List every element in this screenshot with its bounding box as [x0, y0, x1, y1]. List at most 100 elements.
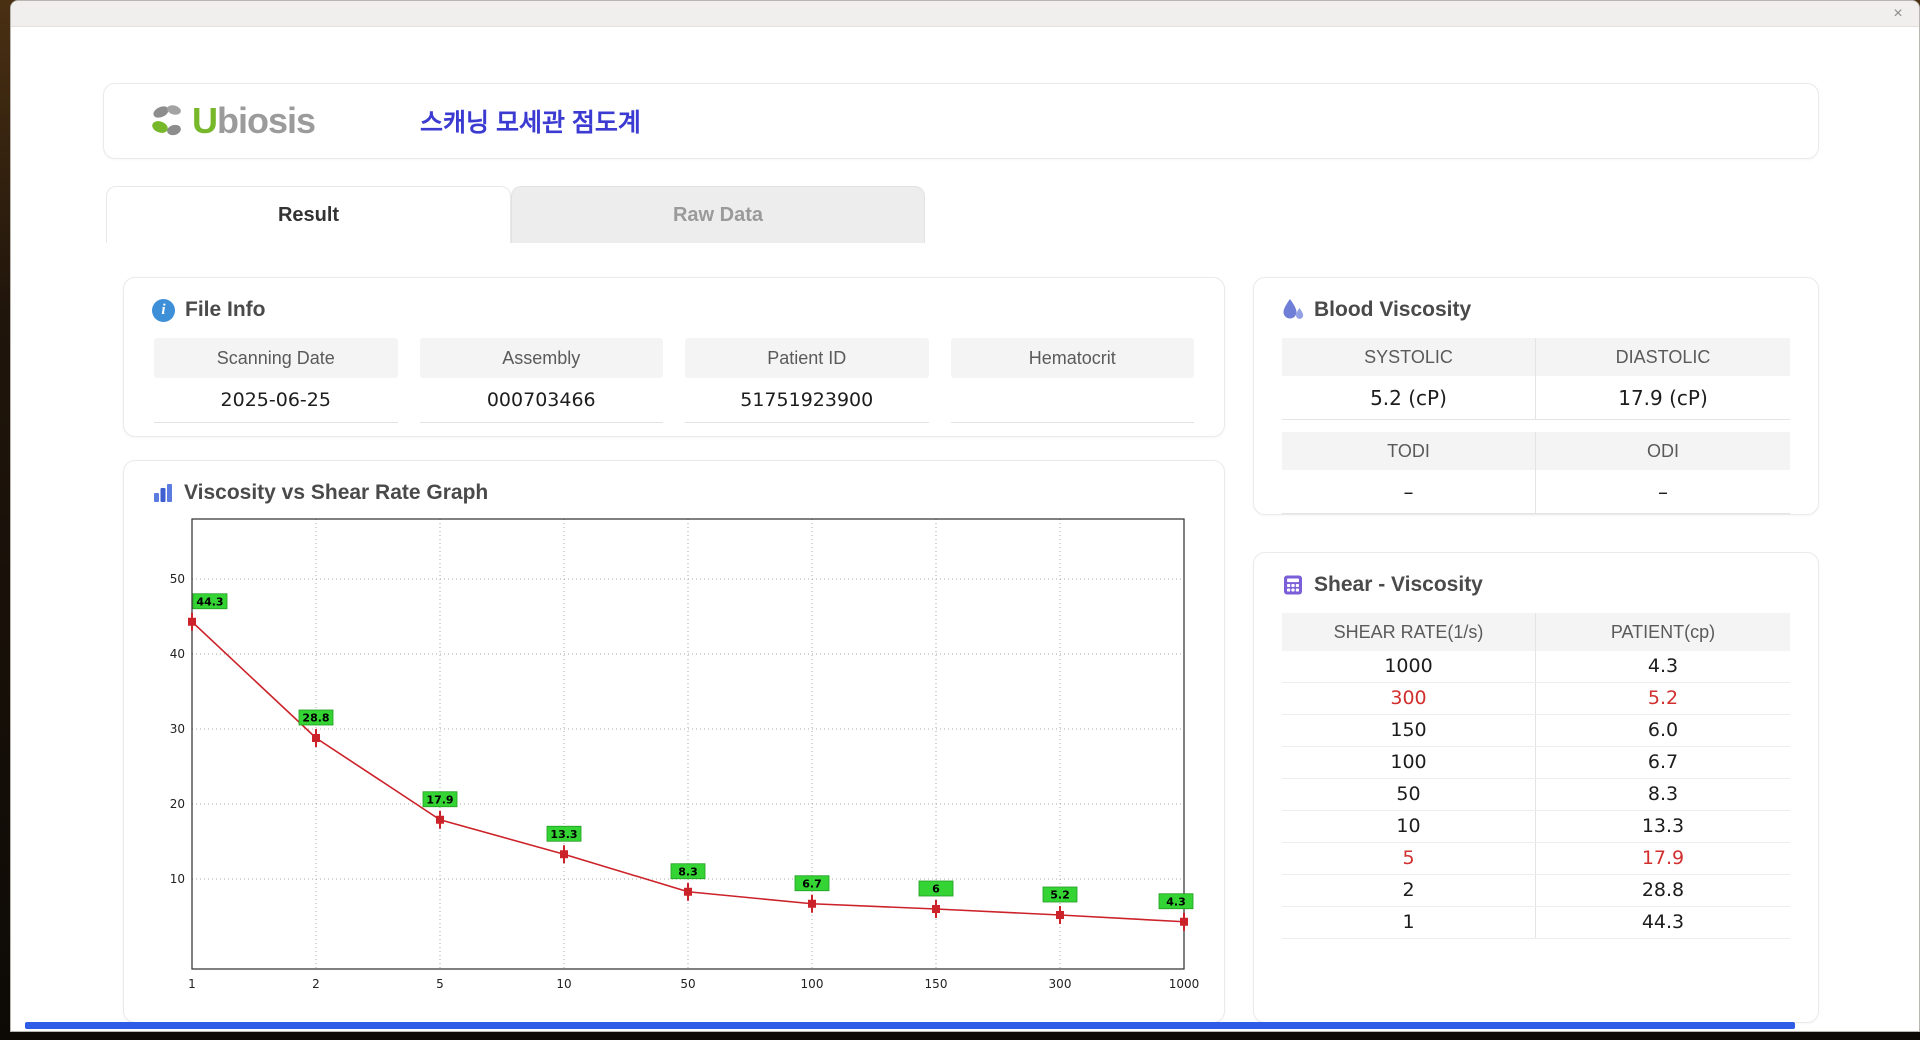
cell-patient: 4.3: [1647, 655, 1679, 677]
shear-table-head: SHEAR RATE(1/s) PATIENT(cp): [1282, 613, 1790, 651]
table-row: 300 5.2: [1282, 683, 1790, 715]
header-card: Ubiosis 스캐닝 모세관 점도계: [103, 83, 1819, 159]
file-info-fields: Scanning Date 2025-06-25 Assembly 000703466…: [154, 338, 1194, 423]
y-tick-label: 30: [170, 722, 185, 736]
table-row: 10 13.3: [1282, 811, 1790, 843]
y-tick-label: 20: [170, 797, 185, 811]
field-value: 51751923900: [685, 378, 929, 423]
data-point-label-text: 44.3: [196, 595, 223, 608]
cell-patient: 6.0: [1647, 719, 1679, 741]
cell-shear-rate: 300: [1282, 683, 1536, 714]
cell-patient: 5.2: [1647, 687, 1679, 709]
data-point-marker: [1180, 917, 1188, 926]
file-info-title: File Info: [185, 298, 266, 321]
file-info-field: Patient ID 51751923900: [685, 338, 929, 423]
data-point-marker: [560, 850, 568, 859]
cell-patient: 17.9: [1641, 847, 1685, 869]
field-value: 000703466: [419, 378, 663, 423]
close-icon[interactable]: ×: [1887, 3, 1909, 25]
table-row: 100 6.7: [1282, 747, 1790, 779]
bv-label-odi: ODI: [1536, 432, 1790, 470]
shear-viscosity-header: Shear - Viscosity: [1254, 553, 1818, 597]
app-window: × Ubiosis 스캐닝 모세관 점도계 Result Raw Data i F…: [10, 0, 1920, 1032]
y-tick-label: 50: [170, 572, 185, 586]
cell-shear-rate: 1: [1282, 907, 1536, 938]
cell-shear-rate: 2: [1282, 875, 1536, 906]
brand-logo: Ubiosis: [150, 100, 316, 142]
x-tick-label: 1: [188, 977, 196, 991]
bv-value-row: 5.2 (cP) 17.9 (cP): [1282, 376, 1790, 420]
leaves-icon: [150, 102, 186, 140]
data-point-marker: [684, 887, 692, 896]
cell-shear-rate: 50: [1282, 779, 1536, 810]
cell-shear-rate: 100: [1282, 747, 1536, 778]
cell-shear-rate: 10: [1282, 811, 1536, 842]
bv-value-row: – –: [1282, 470, 1790, 514]
bv-label-todi: TODI: [1282, 432, 1536, 470]
field-label: Assembly: [419, 338, 663, 378]
x-tick-label: 2: [312, 977, 320, 991]
x-tick-label: 1000: [1169, 977, 1200, 991]
bv-label-diastolic: DIASTOLIC: [1536, 338, 1790, 376]
y-tick-label: 10: [170, 872, 185, 886]
file-info-field: Scanning Date 2025-06-25: [154, 338, 398, 423]
bv-value-todi: –: [1282, 470, 1536, 514]
column-header-patient: PATIENT(cp): [1610, 622, 1716, 642]
cell-shear-rate: 150: [1282, 715, 1536, 746]
data-point-label-text: 8.3: [678, 865, 698, 878]
field-value: [950, 378, 1194, 423]
field-label: Patient ID: [685, 338, 929, 378]
cell-patient: 28.8: [1641, 879, 1685, 901]
data-point-label-text: 28.8: [302, 712, 329, 725]
brand-name: Ubiosis: [192, 100, 316, 142]
shear-table: SHEAR RATE(1/s) PATIENT(cp) 1000 4.3 300 5.…: [1282, 613, 1790, 939]
chart-wrap: 10 20 30 40 50 1 2 5 10 50 100 150 300 1000 44.3 28.8 17…: [144, 509, 1224, 1012]
shear-table-body: 1000 4.3 300 5.2 150 6.0 100 6.7 50 8.3 10 13.3 5 17.…: [1282, 651, 1790, 939]
data-point-label-text: 17.9: [426, 793, 453, 806]
cell-shear-rate: 1000: [1282, 651, 1536, 682]
cell-patient: 8.3: [1647, 783, 1679, 805]
blood-viscosity-title: Blood Viscosity: [1314, 298, 1472, 321]
data-point-marker: [436, 815, 444, 824]
x-tick-label: 150: [925, 977, 948, 991]
blood-viscosity-grid: SYSTOLIC DIASTOLIC 5.2 (cP) 17.9 (cP) TODI OD…: [1282, 338, 1790, 514]
data-point-label-text: 13.3: [550, 828, 577, 841]
graph-header: Viscosity vs Shear Rate Graph: [124, 461, 1224, 505]
data-point-marker: [932, 905, 940, 913]
field-label: Scanning Date: [154, 338, 398, 378]
bar-chart-icon: [152, 482, 174, 504]
y-tick-label: 40: [170, 647, 185, 661]
table-row: 1 44.3: [1282, 907, 1790, 939]
blood-viscosity-card: Blood Viscosity SYSTOLIC DIASTOLIC 5.2 (cP…: [1253, 277, 1819, 515]
data-point-marker: [1056, 911, 1064, 919]
blood-viscosity-header: Blood Viscosity: [1254, 278, 1818, 322]
table-row: 150 6.0: [1282, 715, 1790, 747]
field-label: Hematocrit: [950, 338, 1194, 378]
tab-result[interactable]: Result: [106, 186, 511, 243]
file-info-header: i File Info: [124, 278, 1224, 322]
file-info-field: Hematocrit: [950, 338, 1194, 423]
brand-u: U: [192, 100, 218, 141]
x-tick-label: 10: [556, 977, 571, 991]
viscosity-chart: 10 20 30 40 50 1 2 5 10 50 100 150 300 1000 44.3 28.8 17…: [170, 518, 1200, 991]
x-tick-label: 300: [1049, 977, 1072, 991]
data-point-label-text: 6.7: [802, 877, 822, 890]
window-bottom-accent: [25, 1022, 1795, 1029]
field-value: 2025-06-25: [154, 378, 398, 423]
bv-value-odi: –: [1536, 470, 1790, 514]
info-icon: i: [152, 298, 175, 322]
tab-raw-data[interactable]: Raw Data: [511, 186, 925, 243]
x-tick-label: 5: [436, 977, 444, 991]
page-title: 스캐닝 모세관 점도계: [420, 109, 641, 137]
file-info-field: Assembly 000703466: [419, 338, 663, 423]
droplet-icon: [1282, 298, 1304, 322]
cell-shear-rate: 5: [1282, 843, 1536, 874]
cell-patient: 13.3: [1641, 815, 1685, 837]
bv-header-row: TODI ODI: [1282, 432, 1790, 470]
tab-bar: Result Raw Data: [106, 186, 925, 243]
x-tick-label: 100: [801, 977, 824, 991]
graph-title: Viscosity vs Shear Rate Graph: [184, 481, 489, 504]
bv-value-diastolic: 17.9 (cP): [1536, 376, 1790, 420]
title-bar: ×: [11, 1, 1919, 27]
bv-value-systolic: 5.2 (cP): [1282, 376, 1536, 420]
